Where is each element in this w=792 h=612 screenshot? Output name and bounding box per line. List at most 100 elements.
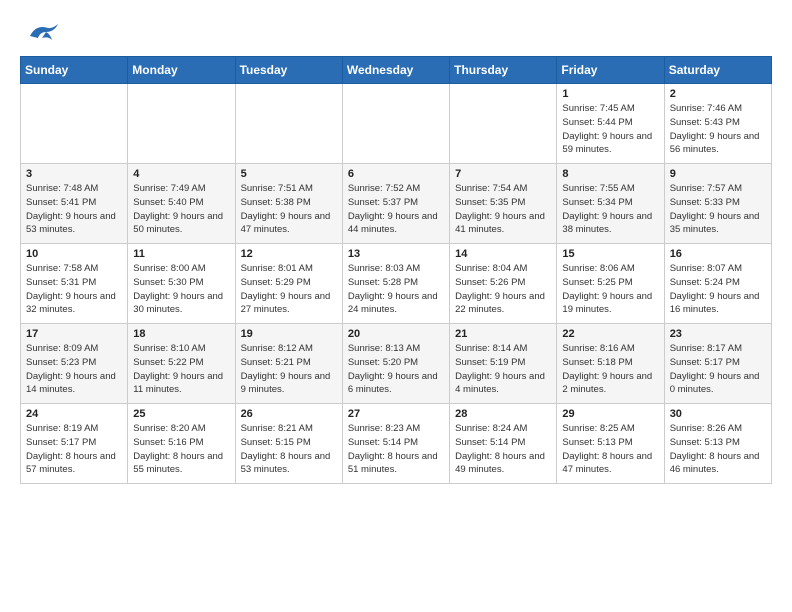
table-row: [235, 84, 342, 164]
day-number: 20: [348, 328, 444, 340]
day-info: Sunrise: 8:19 AM Sunset: 5:17 PM Dayligh…: [26, 422, 122, 477]
table-row: 26 Sunrise: 8:21 AM Sunset: 5:15 PM Dayli…: [235, 404, 342, 484]
table-row: 16 Sunrise: 8:07 AM Sunset: 5:24 PM Dayli…: [664, 244, 771, 324]
table-row: 4Sunrise: 7:49 AM Sunset: 5:40 PM Daylig…: [128, 164, 235, 244]
day-info: Sunrise: 8:00 AM Sunset: 5:30 PM Dayligh…: [133, 262, 229, 317]
day-info: Sunrise: 8:25 AM Sunset: 5:13 PM Dayligh…: [562, 422, 658, 477]
day-number: 2: [670, 88, 766, 100]
table-row: 6 Sunrise: 7:52 AM Sunset: 5:37 PM Daylig…: [342, 164, 449, 244]
day-info: Sunrise: 7:58 AM Sunset: 5:31 PM Dayligh…: [26, 262, 122, 317]
header: [20, 16, 772, 46]
logo-bird-icon: [22, 18, 60, 46]
table-row: 7 Sunrise: 7:54 AM Sunset: 5:35 PM Daylig…: [450, 164, 557, 244]
col-tuesday: Tuesday: [235, 57, 342, 84]
day-info: Sunrise: 7:51 AM Sunset: 5:38 PM Dayligh…: [241, 182, 337, 237]
day-info: Sunrise: 7:48 AM Sunset: 5:41 PM Dayligh…: [26, 182, 122, 237]
day-info: Sunrise: 8:04 AM Sunset: 5:26 PM Dayligh…: [455, 262, 551, 317]
day-number: 21: [455, 328, 551, 340]
day-number: 19: [241, 328, 337, 340]
day-info: Sunrise: 8:20 AM Sunset: 5:16 PM Dayligh…: [133, 422, 229, 477]
day-info: Sunrise: 8:09 AM Sunset: 5:23 PM Dayligh…: [26, 342, 122, 397]
day-number: 8: [562, 168, 658, 180]
logo: [20, 16, 60, 46]
table-row: 11 Sunrise: 8:00 AM Sunset: 5:30 PM Dayli…: [128, 244, 235, 324]
table-row: 3 Sunrise: 7:48 AM Sunset: 5:41 PM Daylig…: [21, 164, 128, 244]
day-info: Sunrise: 8:26 AM Sunset: 5:13 PM Dayligh…: [670, 422, 766, 477]
calendar-week-5: 24 Sunrise: 8:19 AM Sunset: 5:17 PM Dayli…: [21, 404, 772, 484]
day-number: 14: [455, 248, 551, 260]
table-row: 18 Sunrise: 8:10 AM Sunset: 5:22 PM Dayli…: [128, 324, 235, 404]
day-number: 13: [348, 248, 444, 260]
day-info: Sunrise: 7:54 AM Sunset: 5:35 PM Dayligh…: [455, 182, 551, 237]
day-number: 22: [562, 328, 658, 340]
day-info: Sunrise: 7:45 AM Sunset: 5:44 PM Dayligh…: [562, 102, 658, 157]
day-info: Sunrise: 7:57 AM Sunset: 5:33 PM Dayligh…: [670, 182, 766, 237]
day-info: Sunrise: 8:06 AM Sunset: 5:25 PM Dayligh…: [562, 262, 658, 317]
day-number: 12: [241, 248, 337, 260]
day-info: Sunrise: 8:03 AM Sunset: 5:28 PM Dayligh…: [348, 262, 444, 317]
day-info: Sunrise: 8:14 AM Sunset: 5:19 PM Dayligh…: [455, 342, 551, 397]
table-row: 1 Sunrise: 7:45 AM Sunset: 5:44 PM Daylig…: [557, 84, 664, 164]
day-number: 24: [26, 408, 122, 420]
table-row: 2 Sunrise: 7:46 AM Sunset: 5:43 PM Daylig…: [664, 84, 771, 164]
day-number: 29: [562, 408, 658, 420]
day-number: 18: [133, 328, 229, 340]
col-monday: Monday: [128, 57, 235, 84]
table-row: 5 Sunrise: 7:51 AM Sunset: 5:38 PM Daylig…: [235, 164, 342, 244]
col-thursday: Thursday: [450, 57, 557, 84]
table-row: 28 Sunrise: 8:24 AM Sunset: 5:14 PM Dayli…: [450, 404, 557, 484]
table-row: [128, 84, 235, 164]
table-row: 17 Sunrise: 8:09 AM Sunset: 5:23 PM Dayli…: [21, 324, 128, 404]
table-row: 22 Sunrise: 8:16 AM Sunset: 5:18 PM Dayli…: [557, 324, 664, 404]
page: Sunday Monday Tuesday Wednesday Thursday…: [0, 0, 792, 500]
day-number: 28: [455, 408, 551, 420]
day-number: 25: [133, 408, 229, 420]
day-info: Sunrise: 8:12 AM Sunset: 5:21 PM Dayligh…: [241, 342, 337, 397]
day-number: 11: [133, 248, 229, 260]
calendar-header-row: Sunday Monday Tuesday Wednesday Thursday…: [21, 57, 772, 84]
calendar-table: Sunday Monday Tuesday Wednesday Thursday…: [20, 56, 772, 484]
day-number: 9: [670, 168, 766, 180]
table-row: [21, 84, 128, 164]
day-number: 3: [26, 168, 122, 180]
day-number: 26: [241, 408, 337, 420]
day-info: Sunrise: 7:55 AM Sunset: 5:34 PM Dayligh…: [562, 182, 658, 237]
day-info: Sunrise: 8:21 AM Sunset: 5:15 PM Dayligh…: [241, 422, 337, 477]
day-number: 1: [562, 88, 658, 100]
col-sunday: Sunday: [21, 57, 128, 84]
table-row: 30 Sunrise: 8:26 AM Sunset: 5:13 PM Dayli…: [664, 404, 771, 484]
day-number: 5: [241, 168, 337, 180]
table-row: 19 Sunrise: 8:12 AM Sunset: 5:21 PM Dayli…: [235, 324, 342, 404]
day-info: Sunrise: 8:07 AM Sunset: 5:24 PM Dayligh…: [670, 262, 766, 317]
table-row: 10 Sunrise: 7:58 AM Sunset: 5:31 PM Dayli…: [21, 244, 128, 324]
day-info: Sunrise: 7:52 AM Sunset: 5:37 PM Dayligh…: [348, 182, 444, 237]
day-number: 23: [670, 328, 766, 340]
col-saturday: Saturday: [664, 57, 771, 84]
day-number: 4: [133, 168, 229, 180]
day-number: 7: [455, 168, 551, 180]
table-row: 12 Sunrise: 8:01 AM Sunset: 5:29 PM Dayli…: [235, 244, 342, 324]
day-info: Sunrise: 8:01 AM Sunset: 5:29 PM Dayligh…: [241, 262, 337, 317]
day-info: Sunrise: 8:23 AM Sunset: 5:14 PM Dayligh…: [348, 422, 444, 477]
day-number: 16: [670, 248, 766, 260]
day-info: Sunrise: 8:10 AM Sunset: 5:22 PM Dayligh…: [133, 342, 229, 397]
day-info: Sunrise: 8:16 AM Sunset: 5:18 PM Dayligh…: [562, 342, 658, 397]
col-friday: Friday: [557, 57, 664, 84]
day-info: Sunrise: 8:17 AM Sunset: 5:17 PM Dayligh…: [670, 342, 766, 397]
table-row: 15 Sunrise: 8:06 AM Sunset: 5:25 PM Dayli…: [557, 244, 664, 324]
table-row: 8 Sunrise: 7:55 AM Sunset: 5:34 PM Daylig…: [557, 164, 664, 244]
table-row: 13 Sunrise: 8:03 AM Sunset: 5:28 PM Dayli…: [342, 244, 449, 324]
calendar-week-2: 3 Sunrise: 7:48 AM Sunset: 5:41 PM Daylig…: [21, 164, 772, 244]
day-info: Sunrise: 7:46 AM Sunset: 5:43 PM Dayligh…: [670, 102, 766, 157]
day-info: Sunrise: 8:24 AM Sunset: 5:14 PM Dayligh…: [455, 422, 551, 477]
table-row: [342, 84, 449, 164]
day-number: 15: [562, 248, 658, 260]
day-number: 17: [26, 328, 122, 340]
table-row: 25 Sunrise: 8:20 AM Sunset: 5:16 PM Dayli…: [128, 404, 235, 484]
calendar-week-1: 1 Sunrise: 7:45 AM Sunset: 5:44 PM Daylig…: [21, 84, 772, 164]
table-row: 9 Sunrise: 7:57 AM Sunset: 5:33 PM Daylig…: [664, 164, 771, 244]
day-number: 30: [670, 408, 766, 420]
day-number: 6: [348, 168, 444, 180]
day-number: 10: [26, 248, 122, 260]
day-info: Sunrise: 8:13 AM Sunset: 5:20 PM Dayligh…: [348, 342, 444, 397]
